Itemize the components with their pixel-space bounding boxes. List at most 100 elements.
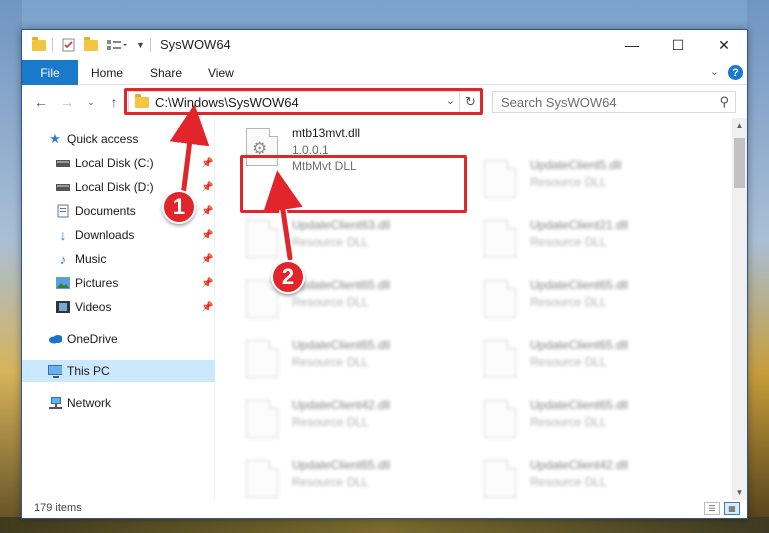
desktop-background-right	[747, 0, 769, 533]
sidebar-item-label: Music	[75, 252, 107, 266]
divider	[52, 38, 53, 52]
sidebar-item-downloads[interactable]: ↓ Downloads 📌	[22, 224, 215, 246]
music-icon: ♪	[59, 251, 67, 267]
close-button[interactable]: ✕	[701, 30, 747, 60]
dll-file-icon	[484, 340, 516, 378]
dll-file-icon	[484, 280, 516, 318]
sidebar-item-network[interactable]: Network	[22, 392, 215, 414]
help-icon[interactable]: ?	[728, 65, 743, 80]
sidebar-item-videos[interactable]: Videos 📌	[22, 296, 215, 318]
pin-icon[interactable]: 📌	[201, 278, 213, 289]
search-placeholder: Search SysWOW64	[501, 95, 617, 110]
dll-file-icon	[484, 160, 516, 198]
pin-icon[interactable]: 📌	[201, 302, 213, 313]
file-item[interactable]: UpdateClient42.dll Resource DLL	[480, 456, 710, 500]
recent-locations-icon[interactable]: ⌄	[84, 92, 98, 112]
sidebar-item-music[interactable]: ♪ Music 📌	[22, 248, 215, 270]
details-view-icon[interactable]: ☰	[704, 502, 720, 515]
quick-access-dropdown-icon[interactable]: ▼	[136, 36, 145, 54]
dll-file-icon	[246, 340, 278, 378]
sidebar-item-quick-access[interactable]: ★ Quick access	[22, 128, 215, 150]
sidebar-item-label: This PC	[67, 364, 110, 378]
scroll-up-icon[interactable]: ▲	[732, 118, 747, 133]
pin-icon[interactable]: 📌	[201, 254, 213, 265]
step-1-badge: 1	[162, 190, 196, 224]
file-highlight-box	[240, 155, 467, 213]
dll-file-icon	[484, 460, 516, 498]
file-item[interactable]: UpdateClient65.dll Resource DLL	[480, 276, 710, 332]
pin-icon[interactable]: 📌	[201, 230, 213, 241]
desktop-background-left	[0, 0, 22, 533]
file-name: UpdateClient42.dll	[292, 398, 391, 412]
file-name: UpdateClient65.dll	[530, 338, 629, 352]
navigation-pane: ★ Quick access Local Disk (C:) 📌 Local D…	[22, 118, 215, 500]
file-item[interactable]: UpdateClient65.dll Resource DLL	[242, 336, 472, 392]
up-arrow-icon[interactable]: ↑	[104, 92, 124, 112]
vertical-scrollbar[interactable]: ▲ ▼	[732, 118, 747, 500]
back-arrow-icon[interactable]: ←	[30, 92, 52, 112]
scroll-down-icon[interactable]: ▼	[732, 485, 747, 500]
file-item[interactable]: UpdateClient21.dll Resource DLL	[480, 216, 710, 272]
tab-file[interactable]: File	[22, 60, 78, 85]
drive-icon	[56, 156, 70, 170]
sidebar-item-onedrive[interactable]: OneDrive	[22, 328, 215, 350]
file-explorer-window: ▼ SysWOW64 — ☐ ✕ File Home Share View ⌄ …	[21, 29, 748, 519]
sidebar-item-local-disk-c[interactable]: Local Disk (C:) 📌	[22, 152, 215, 174]
dll-file-icon	[246, 460, 278, 498]
file-type: Resource DLL	[530, 415, 607, 429]
item-count: 179 items	[34, 502, 82, 514]
file-type: Resource DLL	[292, 415, 369, 429]
file-item[interactable]: UpdateClient65.dll Resource DLL	[242, 456, 472, 500]
sidebar-item-label: Pictures	[75, 276, 119, 290]
tab-share[interactable]: Share	[150, 60, 182, 85]
tiles-view-icon[interactable]: ▦	[724, 502, 740, 515]
scrollbar-thumb[interactable]	[734, 138, 745, 188]
file-type: Resource DLL	[292, 475, 369, 489]
file-name: UpdateClient5.dll	[530, 158, 622, 172]
desktop-background-bottom	[0, 517, 769, 533]
file-item[interactable]: UpdateClient42.dll Resource DLL	[242, 396, 472, 452]
minimize-button[interactable]: —	[609, 30, 655, 60]
file-type: Resource DLL	[530, 175, 607, 189]
forward-arrow-icon[interactable]: →	[56, 92, 78, 112]
file-type: Resource DLL	[292, 355, 369, 369]
sidebar-item-label: Local Disk (C:)	[75, 156, 154, 170]
file-name: UpdateClient42.dll	[530, 458, 629, 472]
sidebar-item-pictures[interactable]: Pictures 📌	[22, 272, 215, 294]
file-item[interactable]: UpdateClient65.dll Resource DLL	[480, 396, 710, 452]
divider	[150, 38, 151, 52]
expand-ribbon-icon[interactable]: ⌄	[710, 65, 719, 78]
pin-icon[interactable]: 📌	[201, 182, 213, 193]
pictures-icon	[56, 276, 70, 290]
properties-icon[interactable]	[62, 36, 76, 54]
customize-toolbar-icon[interactable]	[106, 36, 128, 54]
tab-home[interactable]: Home	[91, 60, 123, 85]
sidebar-item-this-pc[interactable]: This PC	[22, 360, 215, 382]
pin-icon[interactable]: 📌	[201, 158, 213, 169]
navigation-bar: ← → ⌄ ↑ C:\Windows\SysWOW64 ⌄ ↻ Search S…	[22, 86, 747, 118]
pin-icon[interactable]: 📌	[201, 206, 213, 217]
sidebar-item-label: Downloads	[75, 228, 135, 242]
new-folder-icon[interactable]	[84, 36, 98, 54]
file-name: UpdateClient21.dll	[530, 218, 629, 232]
file-name: UpdateClient65.dll	[292, 338, 391, 352]
documents-icon	[56, 204, 70, 218]
address-highlight-box	[124, 88, 483, 115]
file-type: Resource DLL	[530, 475, 607, 489]
file-type: Resource DLL	[292, 295, 369, 309]
file-item[interactable]: UpdateClient65.dll Resource DLL	[480, 336, 710, 392]
sidebar-item-label: Documents	[75, 204, 136, 218]
drive-icon	[56, 180, 70, 194]
computer-icon	[48, 364, 62, 378]
cloud-icon	[48, 332, 62, 346]
search-icon: ⚲	[719, 94, 729, 109]
dll-file-icon	[484, 400, 516, 438]
tab-view[interactable]: View	[208, 60, 234, 85]
file-name: UpdateClient65.dll	[530, 278, 629, 292]
file-item[interactable]: UpdateClient5.dll Resource DLL	[480, 156, 710, 212]
download-icon: ↓	[59, 227, 67, 243]
sidebar-item-label: Quick access	[67, 132, 139, 146]
file-type: Resource DLL	[530, 235, 607, 249]
maximize-button[interactable]: ☐	[655, 30, 701, 60]
search-input[interactable]: Search SysWOW64 ⚲	[492, 91, 736, 113]
